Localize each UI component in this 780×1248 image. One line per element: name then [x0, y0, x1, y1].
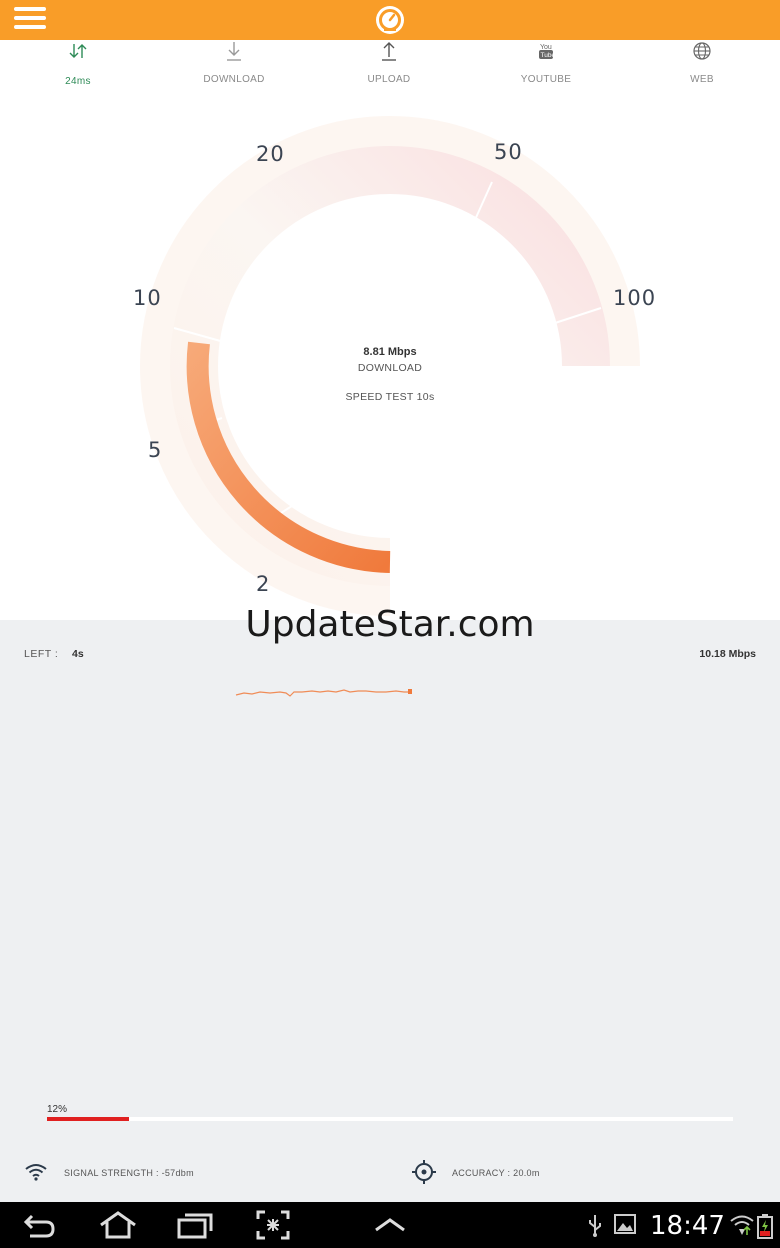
svg-text:Tube: Tube — [541, 52, 556, 59]
battery-icon — [757, 1214, 773, 1239]
results-panel: LEFT : 4s 10.18 Mbps 12% SIGNAL STRENGTH… — [0, 620, 780, 1202]
back-icon[interactable] — [22, 1210, 58, 1240]
location-accuracy: ACCURACY : 20.0m — [412, 1160, 539, 1184]
screenshot-icon[interactable] — [256, 1210, 290, 1240]
speed-test-duration: SPEED TEST 10s — [345, 391, 435, 403]
globe-icon — [693, 42, 711, 60]
time-left-value: 4s — [72, 648, 84, 660]
test-mode: DOWNLOAD — [357, 362, 423, 374]
recent-apps-icon[interactable] — [176, 1210, 214, 1240]
tab-upload-label: UPLOAD — [367, 74, 411, 85]
scale-label-20: 20 — [256, 142, 285, 166]
progress-fill — [47, 1117, 130, 1121]
scale-label-100: 100 — [613, 286, 657, 310]
tab-web-label: WEB — [690, 74, 714, 85]
tab-download[interactable]: DOWNLOAD — [174, 40, 294, 96]
tab-youtube-label: YOUTUBE — [520, 74, 572, 85]
signal-strength: SIGNAL STRENGTH : -57dbm — [24, 1162, 194, 1184]
tab-upload[interactable]: UPLOAD — [329, 40, 449, 96]
tab-download-label: DOWNLOAD — [203, 74, 265, 85]
ping-arrows-icon — [69, 44, 87, 58]
speed-sparkline — [235, 689, 412, 697]
test-type-tabs: 24ms DOWNLOAD UPLOAD You Tube YOUTUBE WE… — [0, 40, 780, 96]
scale-label-2: 2 — [256, 572, 271, 596]
hamburger-menu-icon[interactable] — [14, 7, 46, 33]
scale-label-50: 50 — [494, 140, 523, 164]
current-speed: 8.81 Mbps — [363, 346, 417, 358]
tab-web[interactable]: WEB — [642, 40, 762, 96]
watermark: UpdateStar.com — [245, 604, 535, 645]
speed-gauge: 2 5 10 20 50 100 8.81 Mbps DOWNLOAD SPEE… — [0, 96, 780, 620]
crosshair-icon — [412, 1160, 436, 1184]
clock: 18:47 — [650, 1211, 725, 1241]
tab-youtube[interactable]: You Tube YOUTUBE — [486, 40, 606, 96]
wifi-status-icon — [730, 1215, 754, 1235]
max-speed: 10.18 Mbps — [699, 648, 756, 660]
progress-bar — [47, 1117, 733, 1121]
image-notification-icon — [614, 1214, 636, 1234]
progress-percent: 12% — [47, 1104, 68, 1115]
time-left-label: LEFT : — [24, 648, 59, 660]
svg-text:You: You — [540, 44, 552, 51]
upload-arrow-icon — [382, 42, 396, 61]
scale-label-5: 5 — [148, 438, 163, 462]
up-chevron-icon[interactable] — [374, 1216, 406, 1234]
scale-label-10: 10 — [133, 286, 162, 310]
youtube-icon: You Tube — [539, 44, 556, 59]
accuracy-text: ACCURACY : 20.0m — [452, 1168, 540, 1178]
home-icon[interactable] — [98, 1210, 138, 1240]
tab-ping[interactable]: 24ms — [18, 40, 138, 96]
system-navigation-bar: 18:47 — [0, 1202, 780, 1248]
app-header — [0, 0, 780, 40]
signal-strength-text: SIGNAL STRENGTH : -57dbm — [64, 1168, 194, 1178]
wifi-icon — [25, 1164, 47, 1181]
speedometer-logo-icon[interactable] — [374, 4, 406, 36]
usb-icon — [589, 1215, 601, 1237]
tab-ping-label: 24ms — [65, 76, 91, 87]
speed-readout: 8.81 Mbps DOWNLOAD SPEED TEST 10s — [290, 346, 490, 403]
download-arrow-icon — [227, 42, 241, 61]
